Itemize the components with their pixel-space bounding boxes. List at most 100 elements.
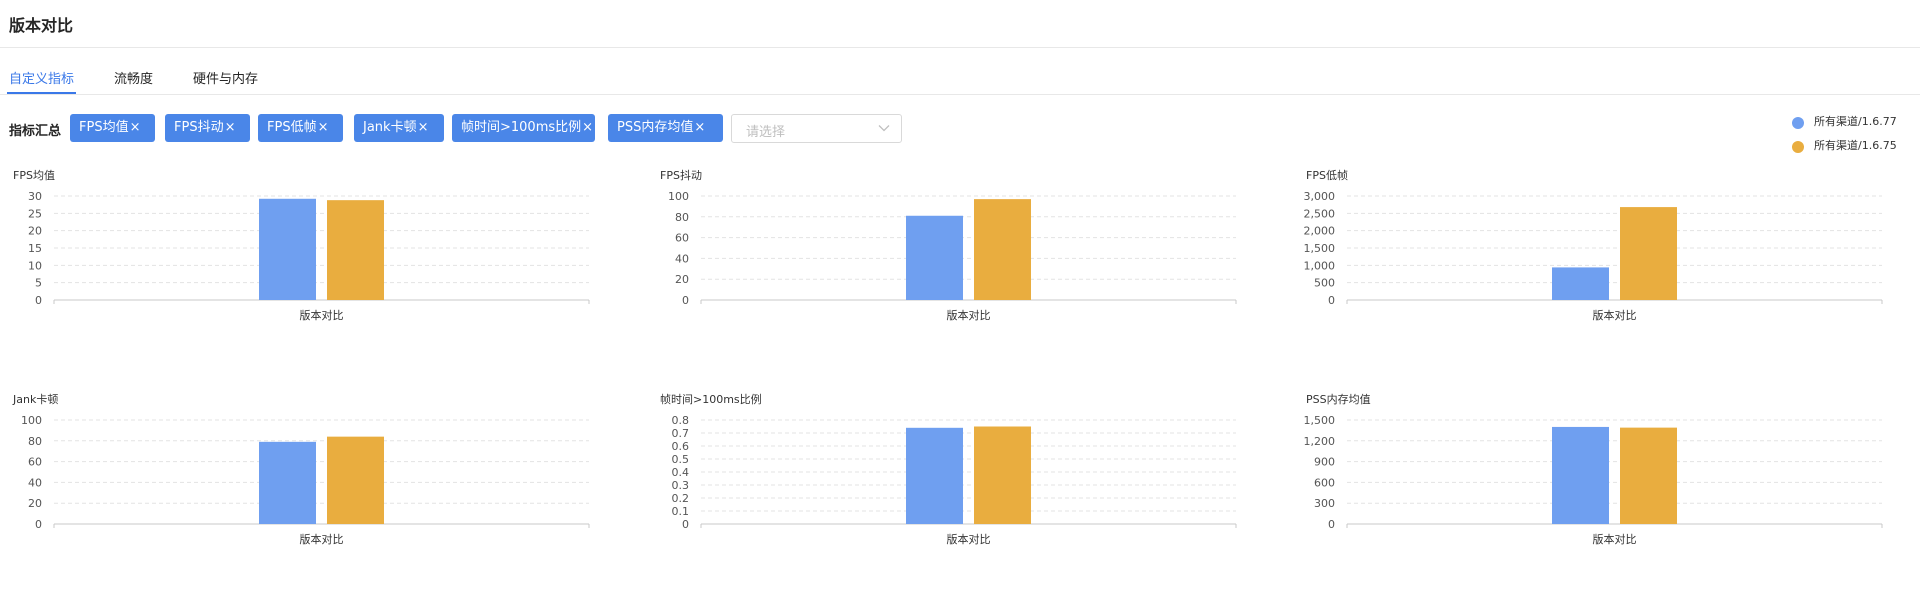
y-tick-label: 0.4 <box>672 466 690 479</box>
tab-hardware-memory[interactable]: 硬件与内存 <box>193 68 258 87</box>
chevron-down-icon <box>878 125 890 132</box>
y-tick-label: 25 <box>28 207 42 220</box>
bar-series-1[interactable] <box>906 427 963 524</box>
y-tick-label: 60 <box>28 456 42 469</box>
close-icon[interactable]: × <box>225 120 236 135</box>
chart-jank: Jank卡顿 0 20 40 60 80 100 版本对比 <box>9 391 590 591</box>
page-header: 版本对比 <box>0 0 1920 48</box>
tab-bar: 自定义指标 流畅度 硬件与内存 <box>0 66 1920 95</box>
x-category-label: 版本对比 <box>300 532 344 546</box>
y-tick-label: 500 <box>1314 277 1335 290</box>
bar-chart: 0 20 40 60 80 100 版本对比 <box>21 414 590 546</box>
y-tick-label: 60 <box>675 232 689 245</box>
bar-series-2[interactable] <box>1620 207 1677 300</box>
page-title: 版本对比 <box>9 16 74 35</box>
legend-swatch <box>1792 141 1804 153</box>
legend-label: 所有渠道/1.6.77 <box>1814 115 1897 128</box>
y-tick-label: 300 <box>1314 497 1335 510</box>
tag-label: FPS均值 <box>79 120 129 135</box>
chart-fps-avg: FPS均值 0 5 10 15 20 25 30 版本对比 <box>9 167 590 367</box>
bar-series-1[interactable] <box>1552 426 1609 524</box>
tag-label: FPS低帧 <box>267 120 317 135</box>
bar-series-1[interactable] <box>259 441 316 524</box>
bar-chart: 00.10.20.30.40.50.60.70.8 版本对比 <box>672 414 1237 546</box>
select-placeholder: 请选择 <box>746 125 786 140</box>
x-category-label: 版本对比 <box>1593 308 1637 322</box>
bar-series-2[interactable] <box>974 199 1031 300</box>
y-tick-label: 15 <box>28 242 42 255</box>
y-tick-label: 20 <box>675 273 689 286</box>
active-tab-indicator <box>7 92 76 94</box>
close-icon[interactable]: × <box>318 120 329 135</box>
bar-series-1[interactable] <box>1552 267 1609 300</box>
tag-label: PSS内存均值 <box>617 120 694 135</box>
close-icon[interactable]: × <box>130 120 141 135</box>
y-tick-label: 0.6 <box>672 440 690 453</box>
bar-chart: 0 5 10 15 20 25 30 版本对比 <box>28 190 590 322</box>
y-tick-label: 20 <box>28 225 42 238</box>
tab-custom-metrics[interactable]: 自定义指标 <box>9 68 74 87</box>
bar-series-2[interactable] <box>974 426 1031 525</box>
x-category-label: 版本对比 <box>947 532 991 546</box>
tag-label: FPS抖动 <box>174 120 224 135</box>
filter-label: 指标汇总 <box>9 124 62 139</box>
y-tick-label: 1,500 <box>1304 414 1336 427</box>
metric-tag-fps-jitter[interactable]: FPS抖动× <box>165 114 250 142</box>
metric-tag-pss-memory[interactable]: PSS内存均值× <box>608 114 723 142</box>
close-icon[interactable]: × <box>418 120 429 135</box>
y-tick-label: 100 <box>21 414 42 427</box>
x-category-label: 版本对比 <box>300 308 344 322</box>
y-tick-label: 10 <box>28 259 42 272</box>
y-tick-label: 5 <box>35 277 42 290</box>
y-tick-label: 2,000 <box>1304 225 1336 238</box>
bar-series-1[interactable] <box>906 215 963 300</box>
y-tick-label: 0 <box>682 518 689 531</box>
close-icon[interactable]: × <box>582 120 593 135</box>
bar-series-2[interactable] <box>1620 427 1677 524</box>
x-category-label: 版本对比 <box>947 308 991 322</box>
y-tick-label: 20 <box>28 497 42 510</box>
y-tick-label: 40 <box>28 476 42 489</box>
metric-tag-jank[interactable]: Jank卡顿× <box>354 114 444 142</box>
chart-pss-memory: PSS内存均值 0 300 600 900 1,200 1,500 版本对比 <box>1302 391 1883 591</box>
y-tick-label: 0 <box>1328 518 1335 531</box>
y-tick-label: 1,000 <box>1304 259 1336 272</box>
tag-label: Jank卡顿 <box>363 120 417 135</box>
y-tick-label: 100 <box>668 190 689 203</box>
y-tick-label: 0 <box>1328 294 1335 307</box>
y-tick-label: 40 <box>675 252 689 265</box>
bar-chart: 0 300 600 900 1,200 1,500 版本对比 <box>1304 414 1883 546</box>
chart-fps-jitter: FPS抖动 0 20 40 60 80 100 版本对比 <box>656 167 1237 367</box>
metric-tag-fps-avg[interactable]: FPS均值× <box>70 114 155 142</box>
chart-fps-low: FPS低帧 0 500 1,000 1,500 2,000 2,500 3,000 版本对比 <box>1302 167 1883 367</box>
bar-chart: 0 500 1,000 1,500 2,000 2,500 3,000 版本对比 <box>1304 190 1883 322</box>
bar-series-2[interactable] <box>327 200 384 300</box>
legend-swatch <box>1792 117 1804 129</box>
metric-tag-frametime-ratio[interactable]: 帧时间>100ms比例× <box>452 114 595 142</box>
y-tick-label: 0 <box>682 294 689 307</box>
tag-label: 帧时间>100ms比例 <box>461 120 582 135</box>
y-tick-label: 80 <box>28 435 42 448</box>
y-tick-label: 3,000 <box>1304 190 1336 203</box>
bar-series-1[interactable] <box>259 198 316 300</box>
y-tick-label: 0.7 <box>672 427 690 440</box>
y-tick-label: 0 <box>35 518 42 531</box>
metric-tag-fps-low[interactable]: FPS低帧× <box>258 114 343 142</box>
y-tick-label: 900 <box>1314 456 1335 469</box>
legend-item-1.6.77[interactable]: 所有渠道/1.6.77 <box>1792 112 1920 132</box>
legend-item-1.6.75[interactable]: 所有渠道/1.6.75 <box>1792 136 1920 156</box>
close-icon[interactable]: × <box>694 120 705 135</box>
y-tick-label: 0.1 <box>672 505 690 518</box>
y-tick-label: 0.8 <box>672 414 690 427</box>
y-tick-label: 0 <box>35 294 42 307</box>
chart-frametime-ratio: 帧时间>100ms比例 0 0.1 0.2 0.3 0.4 0.5 0.6 0.7 0.8 版本对… <box>656 391 1237 591</box>
y-tick-label: 600 <box>1314 476 1335 489</box>
y-tick-label: 1,200 <box>1304 435 1336 448</box>
y-tick-label: 2,500 <box>1304 207 1336 220</box>
y-tick-label: 0.5 <box>672 453 690 466</box>
metric-select[interactable]: 请选择 <box>731 114 902 143</box>
tab-smoothness[interactable]: 流畅度 <box>114 68 153 87</box>
x-category-label: 版本对比 <box>1593 532 1637 546</box>
bar-chart: 0 20 40 60 80 100 版本对比 <box>668 190 1237 322</box>
bar-series-2[interactable] <box>327 436 384 524</box>
